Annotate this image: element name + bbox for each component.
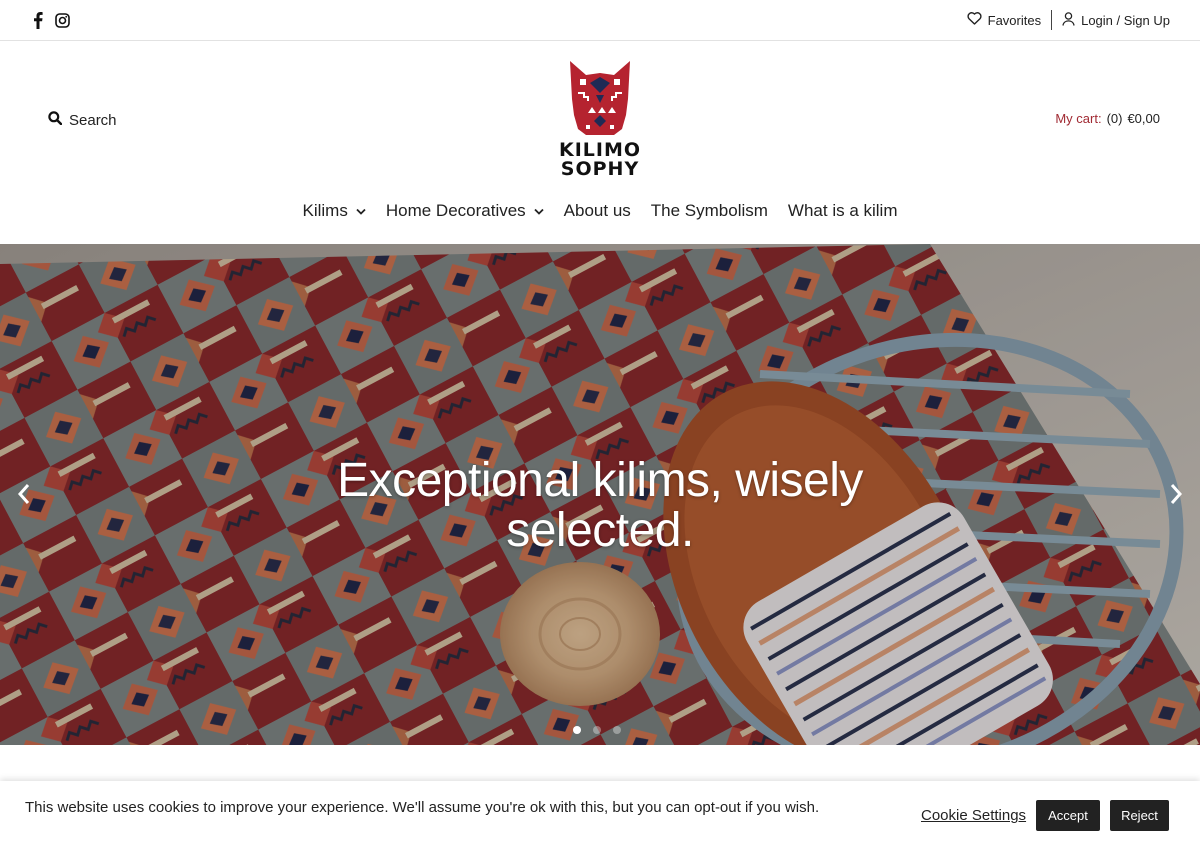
slider-prev-button[interactable]: [12, 483, 36, 510]
nav-item-about-us[interactable]: About us: [554, 201, 641, 221]
favorites-label: Favorites: [987, 12, 1042, 28]
chevron-down-icon: [534, 208, 544, 215]
user-icon: [1062, 11, 1075, 29]
search-button[interactable]: Search: [48, 111, 117, 129]
login-label: Login / Sign Up: [1081, 12, 1170, 28]
nav-item-label: Kilims: [302, 201, 348, 220]
search-label: Search: [69, 111, 117, 129]
nav-item-label: About us: [563, 201, 631, 220]
nav-item-label: The Symbolism: [650, 201, 768, 220]
cart-label: My cart:: [1055, 111, 1102, 126]
cookie-banner: This website uses cookies to improve you…: [0, 781, 1200, 850]
login-signup-link[interactable]: Login / Sign Up: [1062, 11, 1170, 29]
reject-button[interactable]: Reject: [1110, 800, 1169, 831]
main-navigation: Kilims Home Decoratives About us The Sym…: [0, 201, 1200, 221]
cookie-settings-link[interactable]: Cookie Settings: [921, 807, 1026, 824]
nav-item-what-is-a-kilim[interactable]: What is a kilim: [778, 201, 908, 221]
slider-pagination: [573, 726, 621, 734]
nav-item-label: Home Decoratives: [385, 201, 526, 220]
slider-dot-2[interactable]: [593, 726, 601, 734]
nav-item-home-decoratives[interactable]: Home Decoratives: [376, 201, 554, 221]
social-links: [30, 11, 70, 29]
accept-button[interactable]: Accept: [1036, 800, 1100, 831]
site-logo[interactable]: KILIMO SOPHY: [556, 59, 644, 183]
nav-item-kilims[interactable]: Kilims: [293, 201, 376, 221]
favorites-link[interactable]: Favorites: [967, 12, 1041, 28]
site-header: Search KILIMO SOPHY My cart: (0) €0,00 K…: [0, 41, 1200, 244]
hero-title: Exceptional kilims, wisely selected.: [337, 454, 863, 557]
hero-slider: Exceptional kilims, wisely selected.: [0, 244, 1200, 745]
chevron-left-icon: [17, 483, 31, 510]
nav-item-the-symbolism[interactable]: The Symbolism: [641, 201, 778, 221]
search-icon: [48, 111, 63, 129]
nav-item-label: What is a kilim: [787, 201, 898, 220]
slider-next-button[interactable]: [1164, 483, 1188, 510]
chevron-down-icon: [356, 208, 366, 215]
cookie-message: This website uses cookies to improve you…: [25, 799, 820, 816]
chevron-right-icon: [1169, 483, 1183, 510]
facebook-icon[interactable]: [30, 11, 46, 29]
cart-count: (0): [1106, 111, 1123, 126]
top-utility-bar: Favorites Login / Sign Up: [0, 0, 1200, 41]
logo-emblem: [570, 61, 630, 135]
slider-dot-3[interactable]: [613, 726, 621, 734]
instagram-icon[interactable]: [54, 11, 70, 29]
slider-dot-1[interactable]: [573, 726, 581, 734]
logo-wordmark: KILIMO SOPHY: [556, 141, 644, 179]
cart-summary[interactable]: My cart: (0) €0,00: [1055, 111, 1160, 126]
cart-amount: €0,00: [1127, 111, 1160, 126]
top-links-divider: [1051, 10, 1053, 30]
logo-line-2: SOPHY: [560, 158, 640, 180]
heart-icon: [967, 12, 982, 28]
account-links: Favorites Login / Sign Up: [967, 10, 1170, 30]
